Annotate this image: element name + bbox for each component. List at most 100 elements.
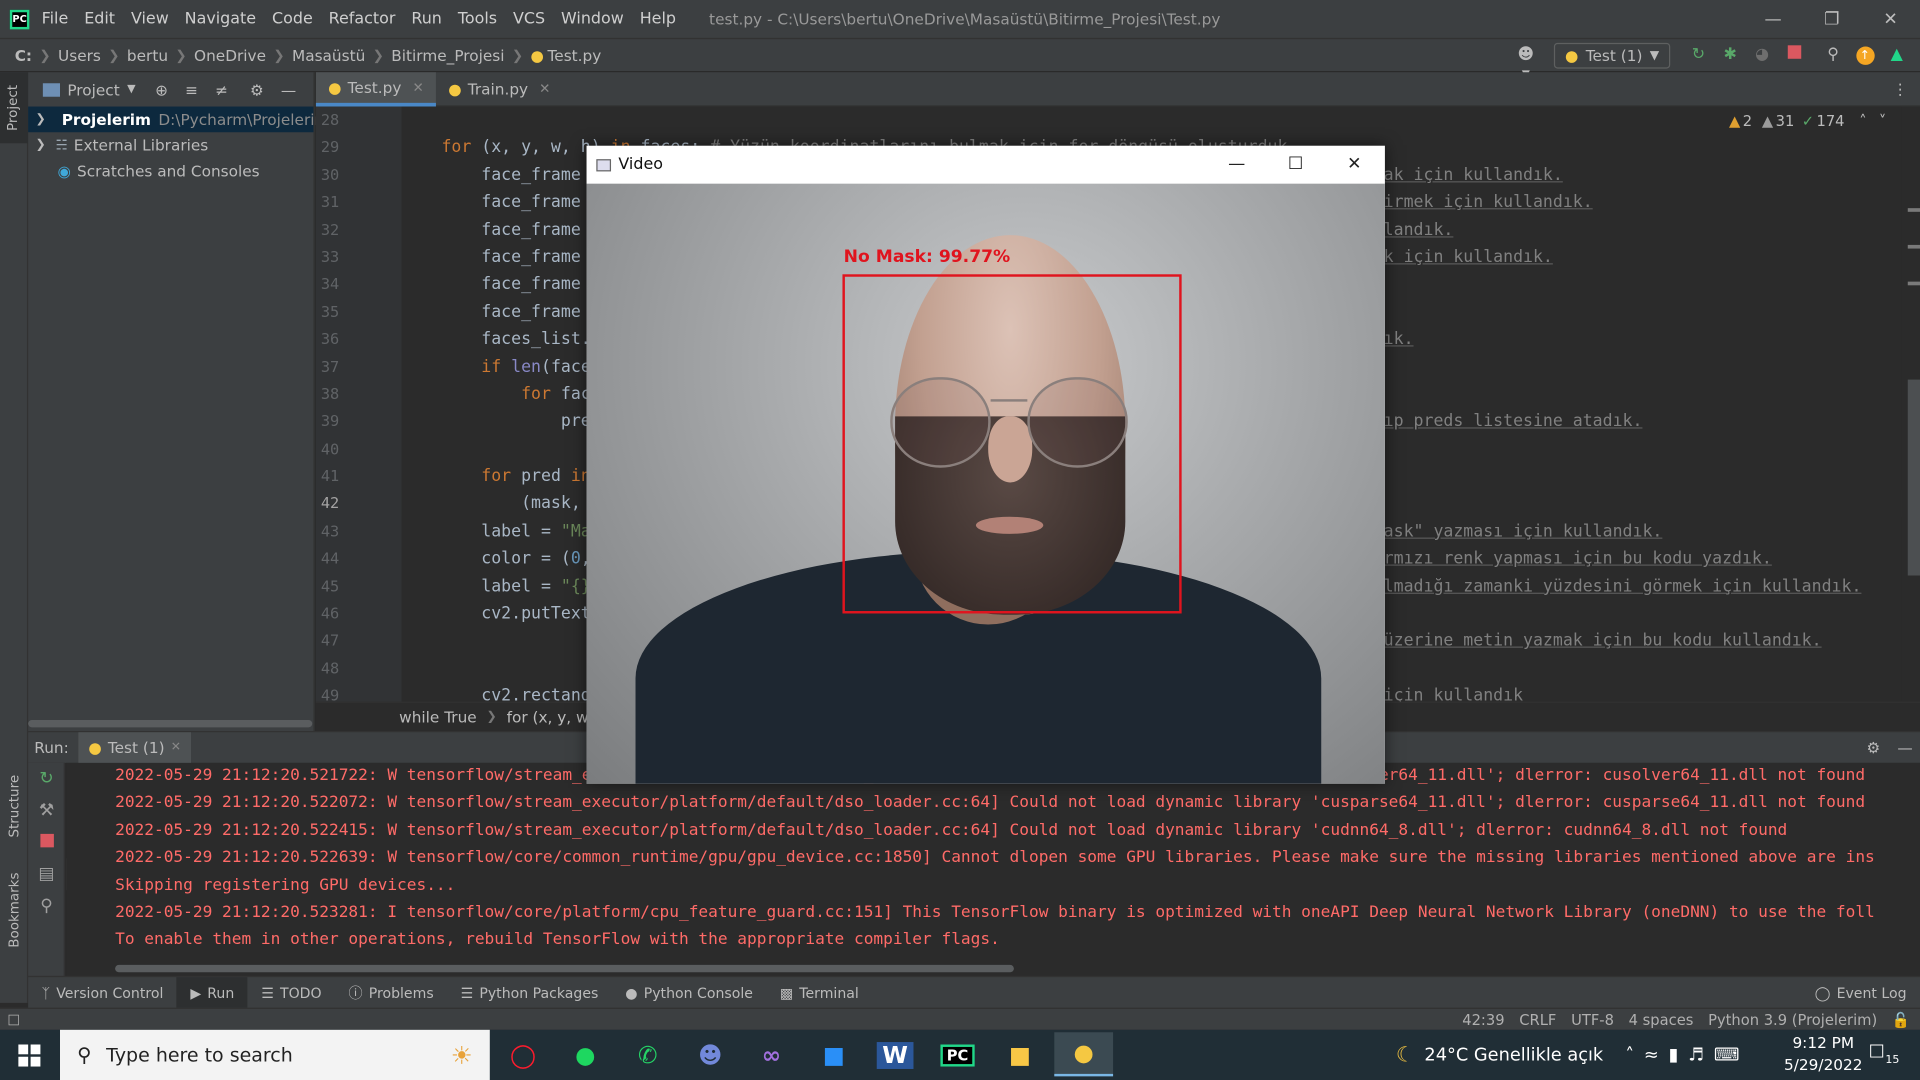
python-interpreter[interactable]: Python 3.9 (Projelerim) bbox=[1708, 1011, 1877, 1028]
tree-item-scratches[interactable]: ◉ Scratches and Consoles bbox=[28, 158, 313, 184]
menu-window[interactable]: Window bbox=[561, 10, 624, 28]
whatsapp-icon[interactable]: ✆ bbox=[623, 1036, 672, 1075]
close-icon[interactable]: ✕ bbox=[412, 79, 423, 95]
rerun-icon[interactable]: ↻ bbox=[1687, 45, 1709, 65]
menu-view[interactable]: View bbox=[131, 10, 169, 28]
tool-python-packages[interactable]: ☰ Python Packages bbox=[447, 977, 612, 1009]
word-icon[interactable]: W bbox=[871, 1036, 920, 1075]
chevron-down-icon[interactable]: ˅ bbox=[1879, 113, 1886, 130]
menu-navigate[interactable]: Navigate bbox=[185, 10, 256, 28]
close-icon[interactable]: ✕ bbox=[171, 741, 181, 754]
bookmarks-tool-tab[interactable]: Bookmarks bbox=[6, 872, 22, 947]
console-output[interactable]: 2022-05-29 21:12:20.521722: W tensorflow… bbox=[66, 762, 1920, 976]
crumb-drive[interactable]: C: bbox=[15, 46, 32, 64]
discord-icon[interactable]: ☻ bbox=[686, 1036, 735, 1075]
tool-run[interactable]: ▶ Run bbox=[176, 976, 248, 1009]
crumb-masaustu[interactable]: Masaüstü bbox=[292, 46, 365, 64]
crumb-onedrive[interactable]: OneDrive bbox=[194, 46, 266, 64]
minimize-icon[interactable]: — bbox=[1744, 9, 1803, 29]
app-blue-icon[interactable]: ■ bbox=[809, 1036, 858, 1075]
chevron-up-icon[interactable]: ˄ bbox=[1859, 113, 1866, 130]
project-view-select[interactable]: Project bbox=[67, 80, 119, 98]
tab-test-py[interactable]: ● Test.py ✕ bbox=[315, 71, 436, 106]
tool-problems[interactable]: ⓘ Problems bbox=[335, 977, 447, 1009]
search-icon[interactable]: ⚲ bbox=[1822, 45, 1844, 65]
keyboard-icon[interactable]: ⌨ bbox=[1714, 1045, 1740, 1065]
pycharm-icon[interactable]: PC bbox=[933, 1036, 982, 1075]
close-icon[interactable]: ✕ bbox=[539, 81, 550, 97]
tool-python-console[interactable]: ● Python Console bbox=[612, 977, 767, 1009]
inspection-widget[interactable]: ▲ 2 ▲ 31 ✓ 174 ˄ ˅ bbox=[1729, 113, 1886, 130]
line-separator[interactable]: CRLF bbox=[1519, 1011, 1556, 1028]
menu-help[interactable]: Help bbox=[640, 10, 676, 28]
wifi-icon[interactable]: ≈ bbox=[1644, 1045, 1659, 1065]
more-icon[interactable]: ⋮ bbox=[1892, 80, 1907, 98]
python-app-icon[interactable]: ● bbox=[1054, 1032, 1114, 1077]
structure-tool-tab[interactable]: Structure bbox=[6, 775, 22, 838]
tab-train-py[interactable]: ● Train.py ✕ bbox=[436, 72, 563, 106]
menu-vcs[interactable]: VCS bbox=[513, 10, 545, 28]
menu-code[interactable]: Code bbox=[272, 10, 313, 28]
chevron-right-icon[interactable]: ❯ bbox=[36, 113, 46, 126]
menu-refactor[interactable]: Refactor bbox=[329, 10, 396, 28]
update-icon[interactable]: ↑ bbox=[1854, 45, 1876, 65]
chevron-down-icon[interactable]: ▼ bbox=[127, 83, 135, 95]
hide-icon[interactable]: — bbox=[1897, 738, 1912, 756]
crumb-bertu[interactable]: bertu bbox=[127, 46, 168, 64]
tool-terminal[interactable]: ▩ Terminal bbox=[766, 977, 872, 1009]
close-icon[interactable]: ✕ bbox=[1326, 146, 1382, 184]
hide-icon[interactable]: — bbox=[281, 80, 296, 98]
taskbar-search[interactable]: ⚲ Type here to search ☀ bbox=[60, 1029, 490, 1080]
jetbrains-icon[interactable]: ▲ bbox=[1886, 45, 1908, 65]
notification-center[interactable]: □ 15 bbox=[1869, 1041, 1905, 1067]
project-tool-tab[interactable]: Project bbox=[0, 72, 29, 144]
wrench-icon[interactable]: ⚒ bbox=[28, 795, 65, 827]
pin-icon[interactable]: ⚲ bbox=[28, 890, 65, 922]
spotify-icon[interactable]: ● bbox=[561, 1036, 610, 1075]
menu-tools[interactable]: Tools bbox=[458, 10, 497, 28]
menu-run[interactable]: Run bbox=[411, 10, 442, 28]
layout-icon[interactable]: ▤ bbox=[28, 858, 65, 890]
tool-version-control[interactable]: ᛉ Version Control bbox=[28, 977, 177, 1009]
caret-position[interactable]: 42:39 bbox=[1462, 1011, 1504, 1028]
locate-icon[interactable]: ⊕ bbox=[155, 80, 168, 98]
editor-scrollbar[interactable] bbox=[1904, 196, 1920, 576]
tree-item-external-libraries[interactable]: ❯ ☵ External Libraries bbox=[28, 132, 313, 158]
menu-file[interactable]: File bbox=[42, 10, 69, 28]
stop-icon[interactable] bbox=[1783, 45, 1805, 65]
maximize-icon[interactable]: ☐ bbox=[1267, 146, 1323, 184]
gear-icon[interactable]: ⚙ bbox=[250, 80, 264, 98]
collapse-all-icon[interactable]: ≠ bbox=[215, 80, 228, 98]
coverage-icon[interactable]: ◕ bbox=[1751, 45, 1773, 65]
indent-setting[interactable]: 4 spaces bbox=[1629, 1011, 1694, 1028]
gear-icon[interactable]: ⚙ bbox=[1866, 738, 1880, 756]
debug-icon[interactable]: ✱ bbox=[1719, 45, 1741, 65]
volume-icon[interactable]: ♬ bbox=[1688, 1045, 1704, 1065]
minimize-icon[interactable]: — bbox=[1209, 146, 1265, 184]
run-config-select[interactable]: ● Test (1) ▼ bbox=[1553, 42, 1671, 68]
file-encoding[interactable]: UTF-8 bbox=[1571, 1011, 1614, 1028]
layout-toggle-icon[interactable]: □ bbox=[7, 1011, 20, 1027]
lock-icon[interactable]: 🔓 bbox=[1892, 1011, 1910, 1028]
menu-edit[interactable]: Edit bbox=[84, 10, 115, 28]
expand-all-icon[interactable]: ≡ bbox=[185, 80, 198, 98]
file-explorer-icon[interactable]: ■ bbox=[996, 1036, 1045, 1075]
windows-start-icon[interactable] bbox=[18, 1044, 41, 1067]
crumb-users[interactable]: Users bbox=[58, 46, 101, 64]
weather-moon-icon[interactable]: ☾ bbox=[1396, 1043, 1415, 1067]
rerun-icon[interactable]: ↻ bbox=[28, 763, 65, 795]
run-tab[interactable]: ● Test (1) ✕ bbox=[78, 731, 191, 764]
weather-text[interactable]: 24°C Genellikle açık bbox=[1424, 1045, 1603, 1065]
visual-studio-icon[interactable]: ∞ bbox=[747, 1036, 796, 1075]
close-icon[interactable]: ✕ bbox=[1861, 9, 1920, 29]
tree-item-projelerim[interactable]: ❯ Projelerim D:\Pycharm\Projelerim bbox=[28, 106, 329, 133]
chevron-up-icon[interactable]: ˄ bbox=[1625, 1045, 1634, 1065]
crumb-file[interactable]: Test.py bbox=[548, 46, 602, 64]
restore-icon[interactable]: ❐ bbox=[1802, 9, 1861, 29]
console-hscrollbar[interactable] bbox=[115, 964, 1014, 973]
horizontal-scrollbar[interactable] bbox=[28, 720, 313, 728]
stop-icon[interactable] bbox=[28, 827, 65, 859]
opera-icon[interactable]: ◯ bbox=[498, 1036, 547, 1075]
video-window[interactable]: Video — ☐ ✕ No Mask: 99.77% bbox=[586, 145, 1385, 784]
breadcrumb-while[interactable]: while True bbox=[399, 708, 477, 726]
